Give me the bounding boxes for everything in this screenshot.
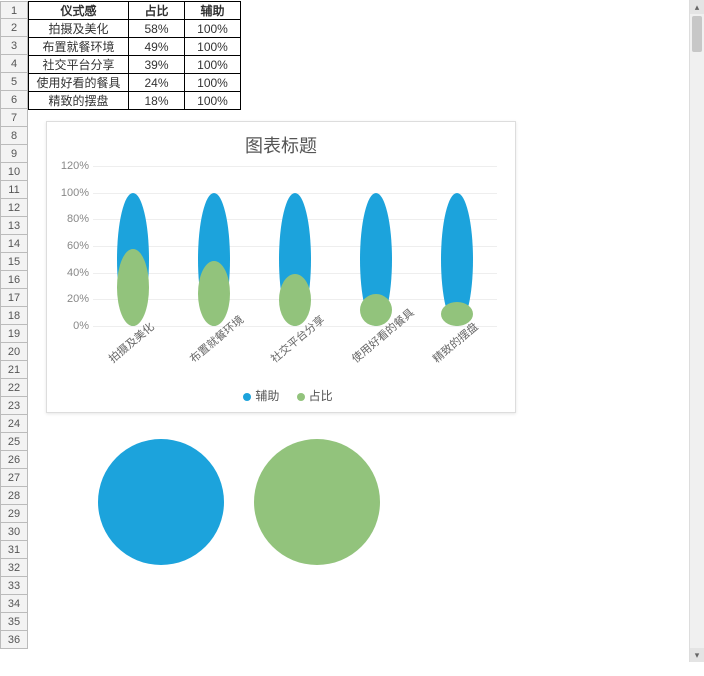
col-header-ritual[interactable]: 仪式感 — [29, 2, 129, 20]
row-header[interactable]: 31 — [0, 541, 28, 559]
row-header[interactable]: 9 — [0, 145, 28, 163]
worksheet-area[interactable]: 仪式感 占比 辅助 拍摄及美化58%100%布置就餐环境49%100%社交平台分… — [28, 1, 690, 676]
cell-percent[interactable]: 18% — [129, 92, 185, 110]
row-header[interactable]: 16 — [0, 271, 28, 289]
row-header[interactable]: 20 — [0, 343, 28, 361]
cell-percent[interactable]: 24% — [129, 74, 185, 92]
vertical-scrollbar[interactable]: ▴ ▾ — [689, 0, 704, 662]
row-header[interactable]: 8 — [0, 127, 28, 145]
col-header-aux[interactable]: 辅助 — [185, 2, 241, 20]
y-tick-label: 40% — [53, 267, 89, 279]
row-header[interactable]: 28 — [0, 487, 28, 505]
chart-legend: 辅助 占比 — [47, 387, 515, 404]
row-header[interactable]: 18 — [0, 307, 28, 325]
cell-aux[interactable]: 100% — [185, 38, 241, 56]
table-row[interactable]: 布置就餐环境49%100% — [29, 38, 241, 56]
row-header[interactable]: 33 — [0, 577, 28, 595]
legend-swatch-aux — [243, 393, 251, 401]
data-table[interactable]: 仪式感 占比 辅助 拍摄及美化58%100%布置就餐环境49%100%社交平台分… — [28, 1, 241, 110]
row-header[interactable]: 29 — [0, 505, 28, 523]
cell-category[interactable]: 布置就餐环境 — [29, 38, 129, 56]
row-header[interactable]: 3 — [0, 37, 28, 55]
cell-category[interactable]: 精致的摆盘 — [29, 92, 129, 110]
row-header[interactable]: 36 — [0, 631, 28, 649]
cell-percent[interactable]: 49% — [129, 38, 185, 56]
row-header[interactable]: 13 — [0, 217, 28, 235]
cell-aux[interactable]: 100% — [185, 20, 241, 38]
cell-aux[interactable]: 100% — [185, 56, 241, 74]
y-tick-label: 100% — [53, 187, 89, 199]
shape-circle-green[interactable] — [254, 439, 380, 565]
row-headers: 1234567891011121314151617181920212223242… — [0, 1, 28, 649]
row-header[interactable]: 12 — [0, 199, 28, 217]
row-header[interactable]: 30 — [0, 523, 28, 541]
cell-aux[interactable]: 100% — [185, 92, 241, 110]
row-header[interactable]: 24 — [0, 415, 28, 433]
y-tick-label: 20% — [53, 293, 89, 305]
chart-mark-pct — [198, 261, 230, 326]
y-tick-label: 60% — [53, 240, 89, 252]
shape-circle-blue[interactable] — [98, 439, 224, 565]
cell-category[interactable]: 社交平台分享 — [29, 56, 129, 74]
row-header[interactable]: 17 — [0, 289, 28, 307]
legend-swatch-pct — [297, 393, 305, 401]
row-header[interactable]: 27 — [0, 469, 28, 487]
row-header[interactable]: 1 — [0, 1, 28, 19]
cell-percent[interactable]: 58% — [129, 20, 185, 38]
row-header[interactable]: 34 — [0, 595, 28, 613]
row-header[interactable]: 2 — [0, 19, 28, 37]
row-header[interactable]: 25 — [0, 433, 28, 451]
table-row[interactable]: 社交平台分享39%100% — [29, 56, 241, 74]
embedded-chart[interactable]: 图表标题 0%20%40%60%80%100%120%拍摄及美化布置就餐环境社交… — [46, 121, 516, 413]
col-header-percent[interactable]: 占比 — [129, 2, 185, 20]
row-header[interactable]: 14 — [0, 235, 28, 253]
y-tick-label: 0% — [53, 320, 89, 332]
row-header[interactable]: 22 — [0, 379, 28, 397]
row-header[interactable]: 15 — [0, 253, 28, 271]
table-header-row: 仪式感 占比 辅助 — [29, 2, 241, 20]
legend-label-aux: 辅助 — [255, 389, 279, 403]
chart-mark-pct — [279, 274, 311, 326]
row-header[interactable]: 6 — [0, 91, 28, 109]
cell-category[interactable]: 拍摄及美化 — [29, 20, 129, 38]
scroll-down-button[interactable]: ▾ — [690, 648, 704, 662]
row-header[interactable]: 10 — [0, 163, 28, 181]
chart-plot-area: 0%20%40%60%80%100%120%拍摄及美化布置就餐环境社交平台分享使… — [93, 166, 497, 326]
row-header[interactable]: 11 — [0, 181, 28, 199]
chart-mark-pct — [117, 249, 149, 326]
row-header[interactable]: 35 — [0, 613, 28, 631]
y-tick-label: 80% — [53, 213, 89, 225]
table-row[interactable]: 精致的摆盘18%100% — [29, 92, 241, 110]
table-row[interactable]: 拍摄及美化58%100% — [29, 20, 241, 38]
cell-percent[interactable]: 39% — [129, 56, 185, 74]
scroll-thumb[interactable] — [692, 16, 702, 52]
cell-category[interactable]: 使用好看的餐具 — [29, 74, 129, 92]
cell-aux[interactable]: 100% — [185, 74, 241, 92]
y-tick-label: 120% — [53, 160, 89, 172]
row-header[interactable]: 21 — [0, 361, 28, 379]
row-header[interactable]: 26 — [0, 451, 28, 469]
scroll-up-button[interactable]: ▴ — [690, 0, 704, 14]
row-header[interactable]: 19 — [0, 325, 28, 343]
row-header[interactable]: 5 — [0, 73, 28, 91]
chart-title: 图表标题 — [47, 132, 515, 158]
legend-label-pct: 占比 — [309, 389, 333, 403]
table-row[interactable]: 使用好看的餐具24%100% — [29, 74, 241, 92]
row-header[interactable]: 4 — [0, 55, 28, 73]
row-header[interactable]: 32 — [0, 559, 28, 577]
row-header[interactable]: 7 — [0, 109, 28, 127]
row-header[interactable]: 23 — [0, 397, 28, 415]
